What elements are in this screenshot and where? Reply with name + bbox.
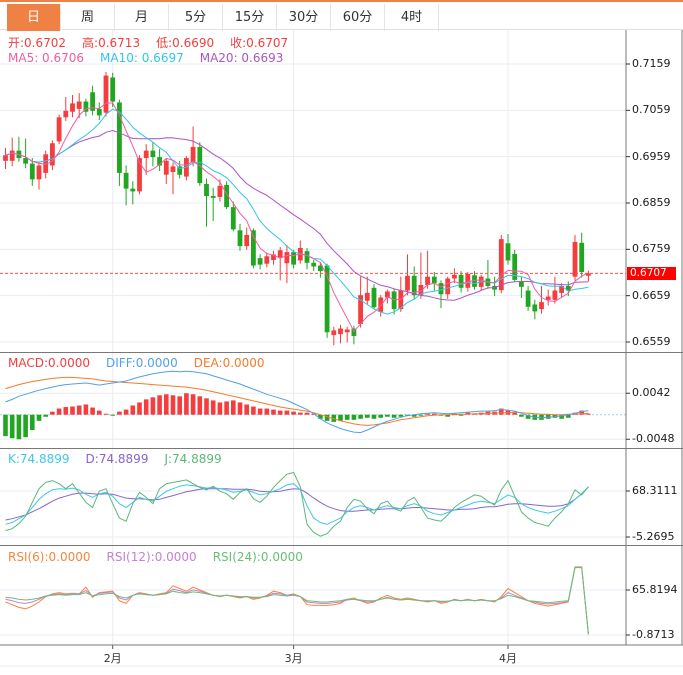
kdj-value: J:74.8899 — [164, 452, 221, 466]
month-label: 3月 — [274, 650, 314, 666]
tab-day[interactable]: 日 — [7, 4, 61, 31]
kdj-axis-label: 68.3111 — [632, 484, 678, 497]
price-axis-label: 0.7059 — [632, 103, 671, 116]
macd-axis-label: -0.0048 — [632, 432, 674, 445]
ohlc-value: 低:0.6690 — [156, 36, 214, 50]
chart-canvas[interactable] — [0, 0, 683, 675]
current-price-badge: 0.6707 — [627, 267, 676, 280]
rsi-value: RSI(12):0.0000 — [107, 550, 197, 564]
price-axis-label: 0.6959 — [632, 150, 671, 163]
tab-4hour[interactable]: 4时 — [385, 4, 439, 31]
tab-5min[interactable]: 5分 — [169, 4, 223, 31]
ohlc-value: 开:0.6702 — [8, 36, 66, 50]
period-tabbar: 日周月5分15分30分60分4时 — [0, 0, 683, 30]
macd-value: DIFF:0.0000 — [106, 356, 178, 370]
ohlc-header: 开:0.6702 高:0.6713 低:0.6690 收:0.6707 — [8, 34, 304, 51]
kdj-value: K:74.8899 — [8, 452, 70, 466]
rsi-value: RSI(24):0.0000 — [213, 550, 303, 564]
ma-value: MA20: 0.6693 — [200, 51, 284, 65]
macd-value: DEA:0.0000 — [194, 356, 265, 370]
kline-chart-app: 日周月5分15分30分60分4时 开:0.6702 高:0.6713 低:0.669… — [0, 0, 683, 675]
month-label: 2月 — [93, 650, 133, 666]
price-axis-label: 0.7159 — [632, 57, 671, 70]
tab-week[interactable]: 周 — [61, 4, 115, 31]
tab-month[interactable]: 月 — [115, 4, 169, 31]
tab-60min[interactable]: 60分 — [331, 4, 385, 31]
tab-30min[interactable]: 30分 — [277, 4, 331, 31]
price-axis-label: 0.6659 — [632, 289, 671, 302]
tab-15min[interactable]: 15分 — [223, 4, 277, 31]
rsi-value: RSI(6):0.0000 — [8, 550, 91, 564]
macd-value: MACD:0.0000 — [8, 356, 90, 370]
rsi-axis-label: -0.8713 — [632, 628, 674, 641]
ohlc-value: 收:0.6707 — [230, 36, 288, 50]
kdj-axis-label: -5.2695 — [632, 530, 674, 543]
month-label: 4月 — [488, 650, 528, 666]
ohlc-value: 高:0.6713 — [82, 36, 140, 50]
price-axis-label: 0.6859 — [632, 196, 671, 209]
macd-header: MACD:0.0000 DIFF:0.0000 DEA:0.0000 — [8, 356, 281, 370]
rsi-header: RSI(6):0.0000 RSI(12):0.0000 RSI(24):0.000… — [8, 550, 319, 564]
rsi-axis-label: 65.8194 — [632, 583, 678, 596]
macd-axis-label: 0.0042 — [632, 386, 671, 399]
ma-header: MA5: 0.6706 MA10: 0.6697 MA20: 0.6693 — [8, 51, 299, 65]
kdj-header: K:74.8899 D:74.8899 J:74.8899 — [8, 452, 238, 466]
ma-value: MA5: 0.6706 — [8, 51, 84, 65]
price-axis-label: 0.6759 — [632, 242, 671, 255]
price-axis-label: 0.6559 — [632, 335, 671, 348]
ma-value: MA10: 0.6697 — [100, 51, 184, 65]
kdj-value: D:74.8899 — [86, 452, 149, 466]
